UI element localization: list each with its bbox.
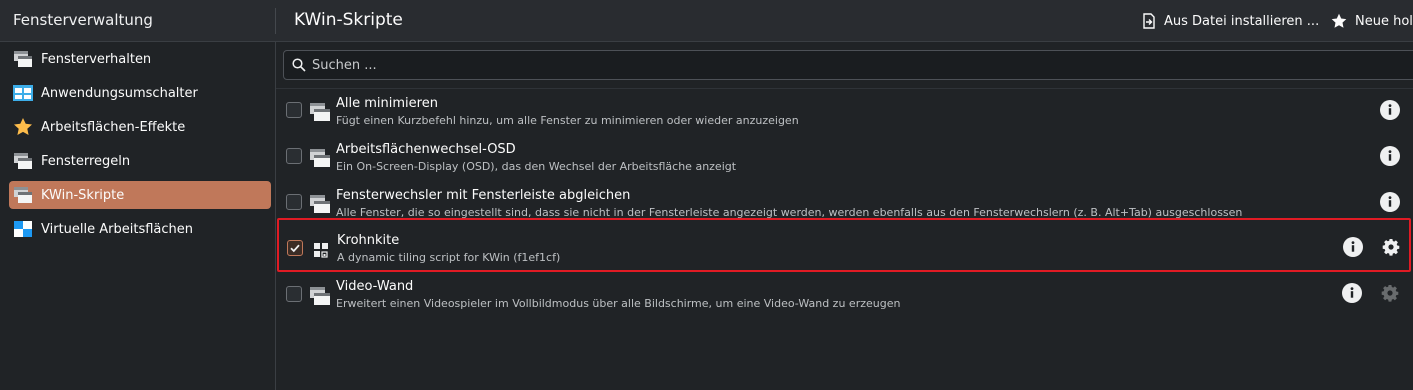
virtual-desktops-icon bbox=[12, 218, 34, 240]
sidebar: Fensterverhalten Anwendungsumschalter Ar… bbox=[0, 42, 276, 390]
info-icon bbox=[1380, 146, 1400, 166]
window-icon bbox=[12, 150, 34, 172]
search-icon bbox=[292, 58, 306, 72]
sidebar-title: Fensterverwaltung bbox=[13, 11, 153, 29]
window-icon bbox=[310, 149, 330, 167]
window-icon bbox=[310, 103, 330, 121]
task-switcher-icon bbox=[12, 82, 34, 104]
info-button[interactable] bbox=[1343, 237, 1363, 257]
script-title: Alle minimieren bbox=[336, 96, 438, 111]
script-description: Erweitert einen Videospieler im Vollbild… bbox=[336, 297, 901, 310]
window-icon bbox=[310, 287, 330, 305]
sidebar-item-anwendungsumschalter[interactable]: Anwendungsumschalter bbox=[9, 79, 271, 107]
sidebar-item-label: Anwendungsumschalter bbox=[41, 85, 198, 101]
window-icon bbox=[12, 48, 34, 70]
search-field[interactable] bbox=[283, 50, 1413, 80]
script-title: Video-Wand bbox=[336, 279, 414, 294]
sidebar-item-fensterregeln[interactable]: Fensterregeln bbox=[9, 147, 271, 175]
gear-icon[interactable] bbox=[1382, 238, 1400, 256]
sidebar-item-virtuelle-arbeitsflaechen[interactable]: Virtuelle Arbeitsflächen bbox=[9, 215, 271, 243]
script-title: Krohnkite bbox=[337, 233, 400, 248]
info-icon bbox=[1342, 283, 1362, 303]
enable-checkbox-checked[interactable] bbox=[287, 240, 303, 256]
header-divider bbox=[275, 8, 276, 34]
page-title: KWin-Skripte bbox=[294, 10, 403, 30]
enable-checkbox[interactable] bbox=[286, 148, 302, 164]
script-title: Arbeitsflächenwechsel-OSD bbox=[336, 142, 516, 157]
enable-checkbox[interactable] bbox=[286, 194, 302, 210]
sidebar-item-label: Virtuelle Arbeitsflächen bbox=[41, 221, 194, 237]
sidebar-item-label: KWin-Skripte bbox=[41, 187, 125, 203]
enable-checkbox[interactable] bbox=[286, 286, 302, 302]
enable-checkbox[interactable] bbox=[286, 102, 302, 118]
window-icon bbox=[12, 184, 34, 206]
star-icon bbox=[1331, 13, 1347, 28]
checkmark-icon bbox=[290, 244, 300, 253]
top-bar: Fensterverwaltung KWin-Skripte Aus Datei… bbox=[0, 0, 1413, 42]
info-icon bbox=[1343, 237, 1363, 257]
info-button[interactable] bbox=[1380, 146, 1400, 166]
info-button[interactable] bbox=[1380, 100, 1400, 120]
import-file-icon bbox=[1143, 13, 1155, 29]
search-input[interactable] bbox=[312, 57, 1212, 73]
script-description: A dynamic tiling script for KWin (f1ef1c… bbox=[337, 251, 561, 264]
sidebar-item-fensterverhalten[interactable]: Fensterverhalten bbox=[9, 45, 271, 73]
list-item-selected[interactable]: Krohnkite A dynamic tiling script for KW… bbox=[277, 218, 1411, 272]
info-icon bbox=[1380, 192, 1400, 212]
sidebar-item-label: Fensterregeln bbox=[41, 153, 131, 169]
info-button[interactable] bbox=[1342, 283, 1362, 303]
main-panel: Alle minimieren Fügt einen Kurzbefehl hi… bbox=[276, 42, 1413, 390]
list-item[interactable]: Arbeitsflächenwechsel-OSD Ein On-Screen-… bbox=[276, 135, 1413, 181]
sidebar-item-label: Arbeitsflächen-Effekte bbox=[41, 119, 186, 135]
info-button[interactable] bbox=[1380, 192, 1400, 212]
get-new-button[interactable]: Neue hole bbox=[1331, 11, 1413, 31]
script-description: Fügt einen Kurzbefehl hinzu, um alle Fen… bbox=[336, 114, 799, 127]
sidebar-item-kwin-skripte[interactable]: KWin-Skripte bbox=[9, 181, 271, 209]
script-title: Fensterwechsler mit Fensterleiste abglei… bbox=[336, 188, 631, 203]
star-icon bbox=[12, 116, 34, 138]
get-new-label: Neue hole bbox=[1355, 13, 1413, 29]
list-item[interactable]: Video-Wand Erweitert einen Videospieler … bbox=[276, 273, 1413, 319]
sidebar-item-arbeitsflaechen-effekte[interactable]: Arbeitsflächen-Effekte bbox=[9, 113, 271, 141]
script-description: Ein On-Screen-Display (OSD), das den Wec… bbox=[336, 160, 737, 173]
info-icon bbox=[1380, 100, 1400, 120]
window-icon bbox=[310, 195, 330, 213]
gear-icon bbox=[1381, 285, 1399, 302]
list-item[interactable]: Alle minimieren Fügt einen Kurzbefehl hi… bbox=[276, 89, 1413, 135]
sidebar-item-label: Fensterverhalten bbox=[41, 51, 152, 67]
install-from-file-label: Aus Datei installieren ... bbox=[1164, 13, 1320, 29]
tiling-icon bbox=[314, 243, 328, 258]
install-from-file-button[interactable]: Aus Datei installieren ... bbox=[1142, 11, 1319, 31]
